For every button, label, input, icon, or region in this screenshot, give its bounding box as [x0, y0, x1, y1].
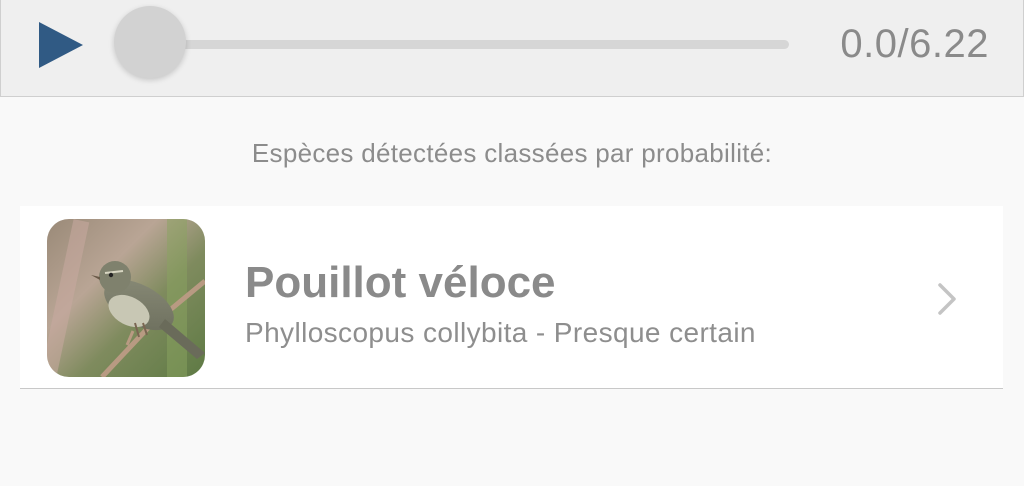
species-common-name: Pouillot véloce [245, 258, 556, 307]
species-scientific-name: Phylloscopus collybita - Presque certain [245, 317, 756, 348]
results-heading: Espèces détectées classées par probabili… [251, 138, 773, 168]
play-button[interactable] [37, 20, 85, 70]
play-icon [39, 22, 83, 68]
chevron-right-icon [934, 282, 960, 316]
bird-photo [47, 219, 205, 377]
seek-thumb[interactable] [114, 6, 186, 78]
time-display: 0.0/6.22 [840, 22, 989, 66]
species-result-row[interactable]: Pouillot véloce Phylloscopus collybita -… [20, 206, 1003, 389]
seek-track[interactable] [141, 40, 789, 49]
audio-player: 0.0/6.22 [0, 0, 1024, 97]
